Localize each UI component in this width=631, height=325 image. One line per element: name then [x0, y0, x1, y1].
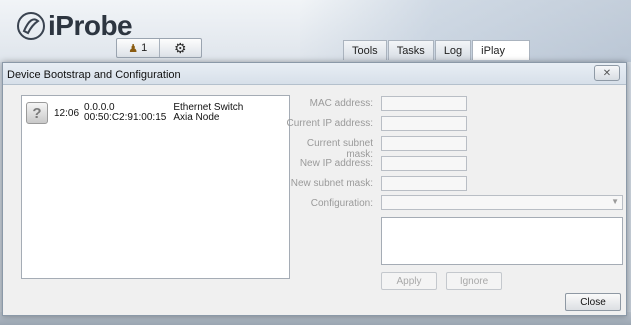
device-info-column: Ethernet Switch Axia Node — [173, 103, 243, 123]
settings-button[interactable]: ⚙ — [160, 39, 202, 57]
new-ip-label: New IP address: — [299, 158, 373, 169]
configuration-label: Configuration: — [310, 198, 373, 209]
tab-tools[interactable]: Tools — [343, 40, 387, 60]
device-mac: 00:50:C2:91:00:15 — [84, 112, 167, 123]
current-mask-label: Current subnet mask: — [306, 138, 373, 160]
new-ip-field[interactable] — [381, 156, 467, 171]
user-icon: ♟ — [128, 42, 139, 55]
current-mask-field[interactable] — [381, 136, 467, 151]
close-button[interactable]: Close — [565, 293, 621, 311]
current-ip-label: Current IP address: — [286, 118, 373, 129]
configuration-textarea[interactable] — [381, 217, 623, 265]
mac-address-field[interactable] — [381, 96, 467, 111]
tab-label: Log — [443, 44, 463, 57]
users-button[interactable]: ♟ 1 — [117, 39, 160, 57]
tab-iplay[interactable]: iPlay — [472, 40, 531, 60]
configuration-select[interactable]: ▼ — [381, 195, 623, 210]
close-icon: ✕ — [602, 67, 612, 79]
logo-icon — [17, 12, 45, 40]
tab-tasks[interactable]: Tasks — [387, 40, 434, 60]
tab-log[interactable]: Log — [434, 40, 472, 60]
tab-label: Tasks — [396, 44, 425, 57]
chevron-down-icon: ▼ — [611, 197, 619, 206]
new-mask-label: New subnet mask: — [290, 178, 373, 189]
dialog-title: Device Bootstrap and Configuration — [7, 69, 181, 81]
device-node: Axia Node — [173, 112, 220, 123]
app-toolbar: ♟ 1 ⚙ — [116, 38, 202, 58]
bootstrap-dialog: Device Bootstrap and Configuration ✕ ? 1… — [2, 62, 627, 316]
app-tabs: Tools Tasks Log iPlay — [343, 40, 531, 60]
list-item[interactable]: ? 12:06 0.0.0.0 00:50:C2:91:00:15 Ethern… — [26, 100, 243, 126]
ignore-button[interactable]: Ignore — [446, 272, 502, 290]
user-count: 1 — [141, 42, 148, 54]
tab-label: Tools — [352, 44, 378, 57]
gear-icon: ⚙ — [173, 39, 187, 56]
device-time: 12:06 — [54, 107, 80, 119]
new-mask-field[interactable] — [381, 176, 467, 191]
device-address-column: 0.0.0.0 00:50:C2:91:00:15 — [84, 103, 166, 123]
app-logo: iProbe — [16, 6, 133, 46]
dialog-close-button[interactable]: ✕ — [594, 65, 620, 81]
current-ip-field[interactable] — [381, 116, 467, 131]
apply-button[interactable]: Apply — [381, 272, 437, 290]
mac-address-label: MAC address: — [309, 98, 373, 109]
dialog-titlebar: Device Bootstrap and Configuration ✕ — [3, 63, 626, 85]
tab-label: iPlay — [481, 44, 506, 57]
unknown-device-icon: ? — [26, 102, 48, 124]
device-list[interactable]: ? 12:06 0.0.0.0 00:50:C2:91:00:15 Ethern… — [21, 95, 290, 279]
